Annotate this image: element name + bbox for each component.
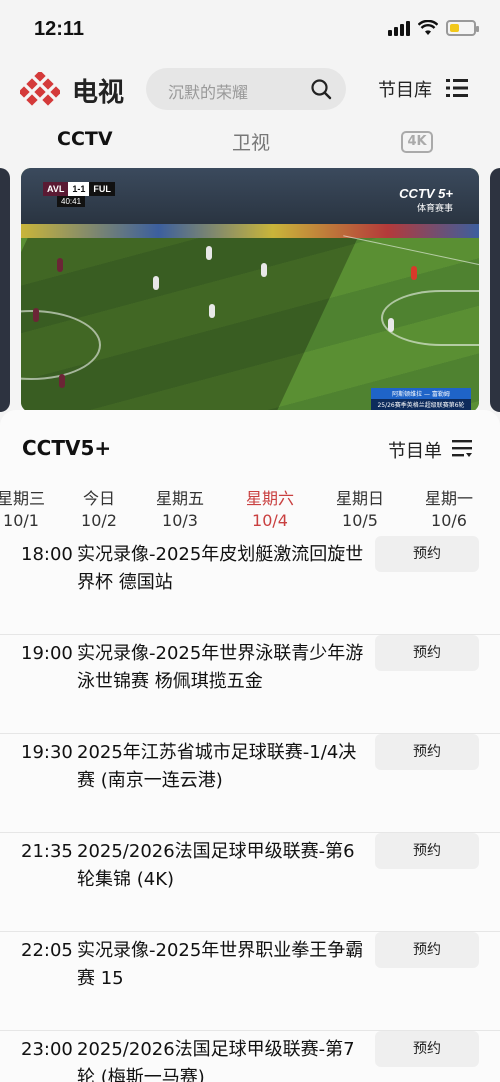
program-time: 18:00 bbox=[21, 544, 73, 565]
caption-line-1: 阿斯顿维拉 — 富勒姆 bbox=[371, 388, 471, 399]
program-row: 23:00 2025/2026法国足球甲级联赛-第7轮 (梅斯一马赛) 预约 bbox=[0, 1031, 500, 1082]
home-team: AVL bbox=[43, 182, 69, 196]
program-title: 2025/2026法国足球甲级联赛-第7轮 (梅斯一马赛) bbox=[77, 1039, 355, 1082]
channel-name: CCTV5+ bbox=[22, 436, 112, 460]
day-weekday: 星期五 bbox=[155, 489, 204, 508]
app-title: 电视 bbox=[72, 78, 125, 108]
day-date: 10/5 bbox=[342, 511, 378, 530]
away-team: FUL bbox=[89, 182, 115, 196]
program-row: 19:30 2025年江苏省城市足球联赛-1/4决赛 (南京一连云港) 预约 bbox=[0, 734, 500, 833]
day-date: 10/2 bbox=[81, 511, 117, 530]
status-icons bbox=[388, 20, 479, 36]
day-weekday: 星期日 bbox=[335, 489, 384, 508]
player bbox=[153, 276, 159, 290]
advertising-board bbox=[21, 224, 479, 238]
player bbox=[388, 318, 394, 332]
match-clock: 40:41 bbox=[57, 196, 86, 207]
channel-sub-text: 体育赛事 bbox=[416, 203, 453, 213]
day-date: 10/6 bbox=[431, 511, 467, 530]
player bbox=[209, 304, 215, 318]
program-row: 21:35 2025/2026法国足球甲级联赛-第6轮集锦 (4K) 预约 bbox=[0, 833, 500, 932]
program-time: 23:00 bbox=[21, 1039, 73, 1060]
score-bug: AVL 1-1 FUL bbox=[43, 182, 115, 196]
caption-line-2: 25/26赛季英格兰超级联赛第6轮 bbox=[371, 399, 471, 410]
match-caption: 阿斯顿维拉 — 富勒姆 25/26赛季英格兰超级联赛第6轮 bbox=[371, 388, 471, 410]
day-date: 10/1 bbox=[3, 511, 39, 530]
day-sat[interactable]: 星期六 10/4 bbox=[230, 488, 310, 532]
day-weekday: 今日 bbox=[82, 489, 115, 508]
day-weekday: 星期三 bbox=[0, 489, 45, 508]
tab-cctv[interactable]: CCTV bbox=[57, 128, 113, 150]
player bbox=[59, 374, 65, 388]
status-bar: 12:11 bbox=[0, 0, 500, 62]
app-header: 电视 沉默的荣耀 节目库 bbox=[0, 62, 500, 118]
next-channel-card[interactable] bbox=[490, 168, 500, 412]
channel-logo-text: CCTV 5+ bbox=[399, 186, 453, 201]
video-player[interactable]: AVL 1-1 FUL 40:41 CCTV 5+ 体育赛事 阿斯顿维拉 — 富… bbox=[21, 168, 479, 412]
search-placeholder: 沉默的荣耀 bbox=[168, 83, 249, 102]
day-date: 10/4 bbox=[252, 511, 288, 530]
day-selector: 星期三 10/1 今日 10/2 星期五 10/3 星期六 10/4 星期日 10/5 星… bbox=[0, 488, 500, 532]
reserve-button[interactable]: 预约 bbox=[375, 932, 479, 968]
wifi-icon bbox=[418, 20, 438, 35]
program-time: 21:35 bbox=[21, 841, 73, 862]
cellular-signal-icon bbox=[388, 20, 410, 36]
channel-tabs: CCTV 卫视 4K bbox=[0, 128, 500, 158]
reserve-button[interactable]: 预约 bbox=[375, 833, 479, 869]
program-title: 实况录像-2025年世界泳联青少年游泳世锦赛 杨佩琪揽五金 bbox=[77, 643, 364, 692]
day-sun[interactable]: 星期日 10/5 bbox=[320, 488, 400, 532]
day-wed[interactable]: 星期三 10/1 bbox=[0, 488, 61, 532]
day-mon[interactable]: 星期一 10/6 bbox=[409, 488, 489, 532]
program-title: 2025年江苏省城市足球联赛-1/4决赛 (南京一连云港) bbox=[77, 742, 357, 791]
player bbox=[33, 308, 39, 322]
goalkeeper bbox=[411, 266, 417, 280]
reserve-button[interactable]: 预约 bbox=[375, 734, 479, 770]
battery-icon bbox=[446, 20, 479, 36]
schedule-list-icon[interactable] bbox=[452, 437, 474, 459]
tab-satellite[interactable]: 卫视 bbox=[232, 128, 270, 155]
tab-4k[interactable]: 4K bbox=[401, 131, 433, 153]
list-menu-icon[interactable] bbox=[446, 77, 468, 99]
channel-watermark: CCTV 5+ 体育赛事 bbox=[399, 186, 453, 214]
program-row: 19:00 实况录像-2025年世界泳联青少年游泳世锦赛 杨佩琪揽五金 预约 bbox=[0, 635, 500, 734]
status-time: 12:11 bbox=[34, 18, 85, 40]
program-time: 22:05 bbox=[21, 940, 73, 961]
match-score: 1-1 bbox=[68, 182, 90, 196]
reserve-button[interactable]: 预约 bbox=[375, 635, 479, 671]
search-input[interactable]: 沉默的荣耀 bbox=[146, 68, 346, 110]
schedule-sheet: CCTV5+ 节目单 星期三 10/1 今日 10/2 星期五 10/3 星期六 10/… bbox=[0, 410, 500, 1082]
app-logo-icon bbox=[20, 72, 60, 106]
day-today[interactable]: 今日 10/2 bbox=[59, 488, 139, 532]
day-date: 10/3 bbox=[162, 511, 198, 530]
program-row: 22:05 实况录像-2025年世界职业拳王争霸赛 15 预约 bbox=[0, 932, 500, 1031]
reserve-button[interactable]: 预约 bbox=[375, 536, 479, 572]
day-weekday: 星期六 bbox=[245, 489, 294, 508]
player bbox=[206, 246, 212, 260]
program-title: 2025/2026法国足球甲级联赛-第6轮集锦 (4K) bbox=[77, 841, 355, 890]
schedule-button[interactable]: 节目单 bbox=[388, 437, 442, 463]
reserve-button[interactable]: 预约 bbox=[375, 1031, 479, 1067]
program-library-button[interactable]: 节目库 bbox=[378, 76, 432, 102]
player bbox=[57, 258, 63, 272]
search-icon[interactable] bbox=[310, 78, 332, 100]
day-fri[interactable]: 星期五 10/3 bbox=[140, 488, 220, 532]
program-row: 18:00 实况录像-2025年皮划艇激流回旋世界杯 德国站 预约 bbox=[0, 536, 500, 635]
day-weekday: 星期一 bbox=[424, 489, 473, 508]
program-title: 实况录像-2025年世界职业拳王争霸赛 15 bbox=[77, 940, 364, 989]
program-time: 19:30 bbox=[21, 742, 73, 763]
program-title: 实况录像-2025年皮划艇激流回旋世界杯 德国站 bbox=[77, 544, 364, 593]
program-time: 19:00 bbox=[21, 643, 73, 664]
prev-channel-card[interactable] bbox=[0, 168, 10, 412]
player bbox=[261, 263, 267, 277]
